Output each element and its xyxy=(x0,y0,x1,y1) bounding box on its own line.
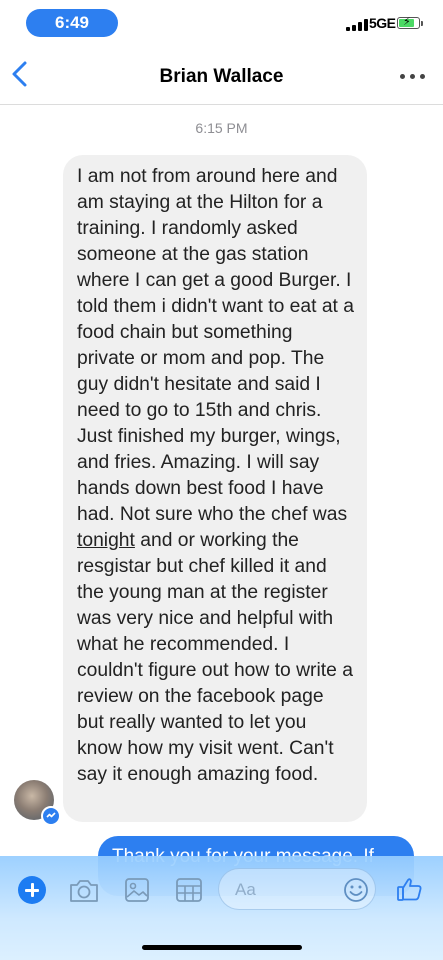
contact-name[interactable]: Brian Wallace xyxy=(0,66,443,88)
camera-icon[interactable] xyxy=(68,878,100,904)
battery-icon: ⚡ xyxy=(397,16,420,29)
gif-icon[interactable] xyxy=(175,877,203,903)
message-timestamp: 6:15 PM xyxy=(195,120,248,136)
home-indicator xyxy=(142,945,302,950)
incoming-message-text: I am not from around here and am staying… xyxy=(77,164,355,788)
status-bar: 6:49 5GE ⚡ xyxy=(0,0,443,44)
more-options-icon[interactable] xyxy=(400,74,426,80)
signal-strength-icon xyxy=(346,19,368,31)
status-time: 6:49 xyxy=(26,9,118,37)
plus-icon[interactable] xyxy=(18,876,46,904)
conversation-header: Brian Wallace xyxy=(0,44,443,105)
photo-icon[interactable] xyxy=(124,877,150,903)
battery-cap xyxy=(421,21,423,26)
message-input-placeholder: Aa xyxy=(235,880,256,899)
thumbs-up-icon[interactable] xyxy=(396,875,424,903)
message-text-part: and or working the resgistar but chef ki… xyxy=(77,530,353,785)
incoming-message-bubble[interactable]: I am not from around here and am staying… xyxy=(63,155,367,822)
emoji-icon[interactable] xyxy=(342,876,370,904)
underlined-word: tonight xyxy=(77,530,135,551)
network-type: 5GE xyxy=(369,15,396,31)
messenger-badge-icon xyxy=(41,806,61,826)
message-text-part: I am not from around here and am staying… xyxy=(77,166,354,525)
